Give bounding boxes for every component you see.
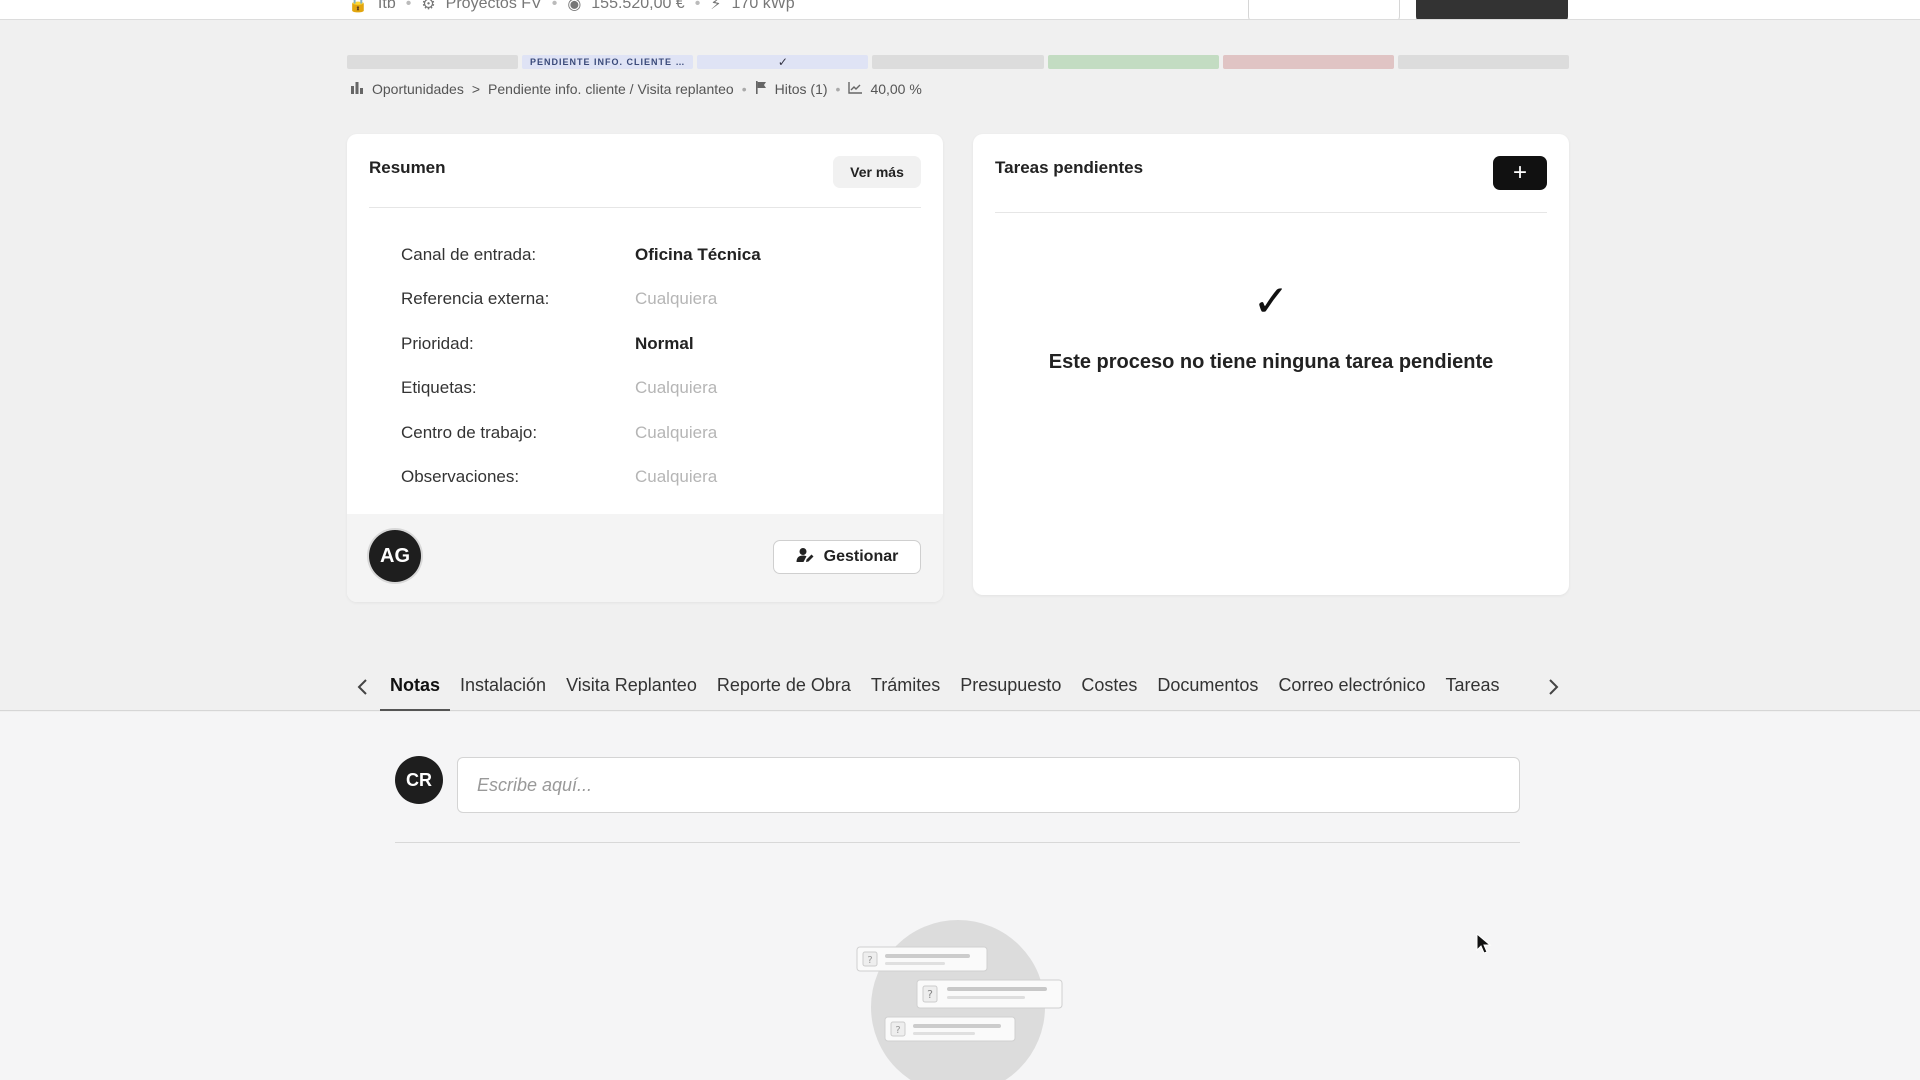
tab-list: Notas Instalación Visita Replanteo Reporte …	[380, 665, 1535, 711]
breadcrumb-stage[interactable]: Pendiente info. cliente / Visita replant…	[488, 81, 734, 97]
milestones-link[interactable]: Hitos (1)	[775, 81, 828, 97]
tab-tramites[interactable]: Trámites	[861, 665, 950, 711]
meta-separator: •	[694, 0, 701, 12]
tab-presupuesto[interactable]: Presupuesto	[950, 665, 1071, 711]
power-icon: ⚡	[710, 0, 722, 13]
meta-amount: 155.520,00 €	[591, 0, 685, 12]
field-value[interactable]: Normal	[635, 334, 694, 354]
field-label: Observaciones:	[401, 466, 520, 486]
header-secondary-button[interactable]	[1248, 0, 1400, 19]
tab-tareas[interactable]: Tareas	[1436, 665, 1510, 711]
empty-notes-illustration: ? ? ?	[856, 920, 1063, 1080]
summary-field-row: Etiquetas: Cualquiera	[401, 378, 761, 422]
manage-button[interactable]: Gestionar	[773, 540, 921, 574]
summary-field-row: Centro de trabajo: Cualquiera	[401, 423, 761, 467]
user-edit-icon	[796, 547, 814, 568]
pipeline-stage[interactable]	[872, 55, 1044, 69]
summary-title: Resumen	[369, 158, 446, 177]
trend-chart-icon	[848, 81, 863, 97]
tab-visita-replanteo[interactable]: Visita Replanteo	[556, 665, 707, 711]
divider	[395, 842, 1520, 843]
breadcrumb-separator: >	[471, 81, 481, 97]
flag-icon	[755, 81, 767, 97]
chevron-left-icon[interactable]	[348, 673, 376, 701]
svg-text:?: ?	[927, 988, 933, 1001]
tasks-title: Tareas pendientes	[995, 158, 1144, 177]
current-user-avatar: CR	[395, 756, 443, 804]
mouse-cursor-icon	[1476, 933, 1492, 954]
tab-reporte-de-obra[interactable]: Reporte de Obra	[707, 665, 861, 711]
project-meta: 🔒 Itb • ⚙ Proyectos FV • ◉ 155.520,00 € …	[348, 0, 795, 14]
manage-label: Gestionar	[823, 548, 899, 565]
tab-correo-electronico[interactable]: Correo electrónico	[1268, 665, 1435, 711]
divider	[995, 212, 1547, 213]
pipeline-stage[interactable]	[1222, 55, 1394, 69]
checkmark-icon: ✓	[1252, 277, 1290, 326]
process-icon: ⚙	[421, 0, 436, 13]
breadcrumb-dot: •	[835, 81, 841, 97]
meta-separator: •	[551, 0, 558, 12]
assignee-avatar[interactable]: AG	[369, 530, 421, 582]
field-value[interactable]: Cualquiera	[635, 378, 717, 398]
summary-footer: AG Gestionar	[347, 514, 943, 602]
header-primary-button[interactable]	[1416, 0, 1568, 19]
note-input[interactable]	[457, 757, 1520, 813]
meta-separator: •	[405, 0, 412, 12]
pipeline-stage[interactable]: ✓	[697, 55, 869, 69]
no-tasks-message: Este proceso no tiene ninguna tarea pend…	[1048, 351, 1494, 373]
summary-field-row: Referencia externa: Cualquiera	[401, 289, 761, 333]
chevron-right-icon[interactable]	[1540, 673, 1568, 701]
field-value[interactable]: Oficina Técnica	[635, 245, 761, 265]
summary-field-row: Canal de entrada: Oficina Técnica	[401, 245, 761, 289]
breadcrumb-dot: •	[741, 81, 747, 97]
svg-text:?: ?	[867, 955, 872, 966]
summary-field-row: Observaciones: Cualquiera	[401, 467, 761, 511]
notes-panel: CR ? ? ?	[0, 712, 1920, 1080]
summary-fields: Canal de entrada: Oficina Técnica Referenc…	[401, 245, 761, 511]
field-value[interactable]: Cualquiera	[635, 423, 717, 443]
tab-costes[interactable]: Costes	[1071, 665, 1147, 711]
tabs-bar: Notas Instalación Visita Replanteo Reporte …	[0, 665, 1920, 711]
meta-owner: Itb	[377, 0, 396, 12]
pipeline-stage[interactable]	[1397, 55, 1569, 69]
field-label: Referencia externa:	[401, 289, 550, 309]
field-value[interactable]: Cualquiera	[635, 289, 717, 309]
bar-chart-icon	[350, 81, 364, 97]
pipeline-stage[interactable]	[1047, 55, 1219, 69]
divider	[369, 207, 921, 208]
see-more-button[interactable]: Ver más	[833, 156, 921, 188]
stage-label: PENDIENTE INFO. CLIENTE …	[529, 57, 686, 67]
tab-notas[interactable]: Notas	[380, 665, 451, 711]
tasks-card: Tareas pendientes + ✓ Este proceso no ti…	[973, 134, 1569, 595]
field-label: Etiquetas:	[401, 378, 477, 398]
field-label: Centro de trabajo:	[401, 422, 538, 442]
meta-process: Proyectos FV	[445, 0, 542, 12]
pipeline-stage[interactable]: PENDIENTE INFO. CLIENTE …	[522, 55, 694, 69]
svg-text:?: ?	[895, 1025, 900, 1036]
breadcrumb: Oportunidades > Pendiente info. cliente …	[350, 81, 922, 97]
stage-check-icon: ✓	[777, 55, 788, 69]
pipeline-progress: PENDIENTE INFO. CLIENTE … ✓	[347, 55, 1569, 69]
top-header: 🔒 Itb • ⚙ Proyectos FV • ◉ 155.520,00 € …	[0, 0, 1920, 20]
field-label: Prioridad:	[401, 333, 474, 353]
add-task-button[interactable]: +	[1493, 156, 1547, 190]
field-value[interactable]: Cualquiera	[635, 467, 717, 487]
meta-power: 170 kWp	[731, 0, 795, 12]
money-icon: ◉	[567, 0, 582, 13]
breadcrumb-section[interactable]: Oportunidades	[372, 81, 464, 97]
tab-instalacion[interactable]: Instalación	[450, 665, 556, 711]
lock-icon: 🔒	[348, 0, 368, 13]
summary-field-row: Prioridad: Normal	[401, 334, 761, 378]
probability-value: 40,00 %	[870, 81, 922, 97]
summary-card: Resumen Ver más Canal de entrada: Oficina…	[347, 134, 943, 602]
pipeline-stage[interactable]	[347, 55, 519, 69]
tab-documentos[interactable]: Documentos	[1147, 665, 1268, 711]
field-label: Canal de entrada:	[401, 245, 537, 264]
